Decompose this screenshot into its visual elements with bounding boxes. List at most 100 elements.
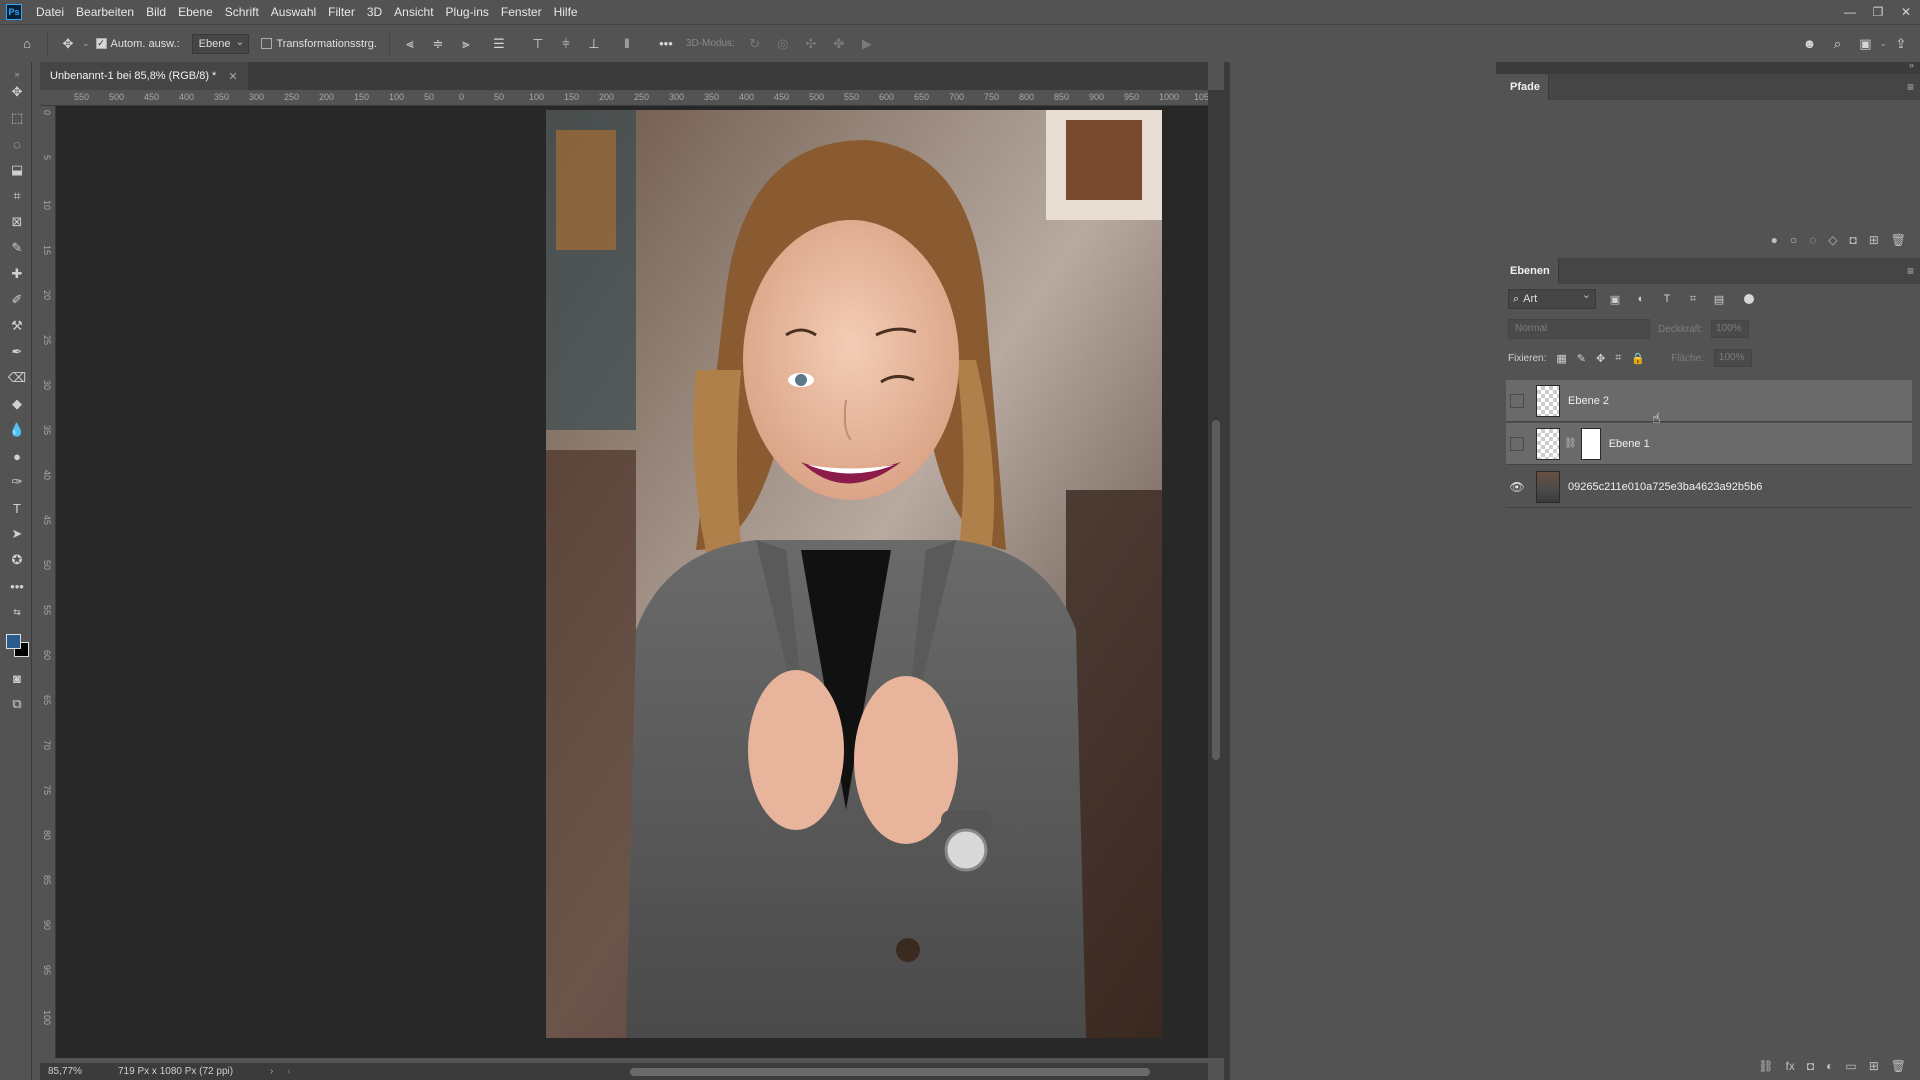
type-tool-icon[interactable]: T (7, 498, 27, 518)
distribute-v-icon[interactable]: ‖ (616, 33, 638, 55)
frame-tool-icon[interactable]: ⊠ (7, 212, 27, 232)
collapse-panels-icon[interactable]: » (1909, 60, 1914, 70)
3d-pan-icon[interactable]: ✣ (800, 33, 822, 55)
filter-pixel-icon[interactable]: ▣ (1608, 293, 1622, 306)
fx-icon[interactable]: fx (1786, 1059, 1795, 1073)
align-middle-v-icon[interactable]: ⫩ (555, 33, 577, 55)
3d-camera-icon[interactable]: ▶ (856, 33, 878, 55)
search-icon[interactable]: ⌕ (1826, 33, 1848, 55)
add-mask-icon[interactable]: ◘ (1807, 1059, 1814, 1073)
layer-name[interactable]: Ebene 1 (1609, 438, 1650, 450)
3d-slide-icon[interactable]: ✤ (828, 33, 850, 55)
menu-fenster[interactable]: Fenster (495, 0, 548, 24)
filter-toggle[interactable] (1744, 294, 1754, 304)
eye-icon[interactable]: 👁 (1506, 476, 1528, 498)
menu-3d[interactable]: 3D (361, 0, 388, 24)
layer-mask-thumbnail[interactable] (1580, 427, 1601, 460)
new-layer-icon[interactable]: ⊞ (1869, 1059, 1879, 1073)
panel-menu-icon[interactable]: ≡ (1907, 264, 1914, 278)
link-layers-icon[interactable]: ⛓ (1758, 1059, 1773, 1073)
align-center-h-icon[interactable]: ≑ (427, 33, 449, 55)
move-tool-icon[interactable]: ✥ (7, 82, 27, 102)
load-selection-icon[interactable]: ◌ (1809, 233, 1816, 247)
layer-row[interactable]: ⛓ Ebene 1 (1506, 423, 1912, 465)
collapse-icon[interactable]: » (7, 64, 27, 84)
lock-transparent-icon[interactable]: ▦ (1556, 352, 1566, 365)
blend-mode-dropdown[interactable]: Normal (1508, 319, 1650, 339)
filter-smart-object-icon[interactable]: ▤ (1712, 293, 1726, 306)
filter-shape-icon[interactable]: ⌗ (1686, 293, 1700, 306)
lock-image-icon[interactable]: ✎ (1577, 352, 1586, 365)
link-icon[interactable]: ⛓ (1564, 438, 1577, 449)
opacity-input[interactable]: 100% (1711, 320, 1750, 338)
fill-input[interactable]: 100% (1713, 349, 1752, 367)
workspace-icon[interactable]: ▣ (1854, 33, 1876, 55)
more-options-icon[interactable]: ••• (655, 33, 677, 55)
delete-layer-icon[interactable]: 🗑 (1891, 1059, 1906, 1073)
menu-bearbeiten[interactable]: Bearbeiten (70, 0, 140, 24)
make-work-path-icon[interactable]: ◇ (1828, 233, 1837, 247)
new-path-icon[interactable]: ⊞ (1869, 233, 1879, 247)
auto-select-target-dropdown[interactable]: Ebene (191, 33, 250, 54)
object-select-tool-icon[interactable]: ⬓ (7, 160, 27, 180)
distribute-icon[interactable]: ☰ (488, 33, 510, 55)
screen-mode-icon[interactable]: ⧉ (7, 694, 27, 714)
transform-controls-checkbox[interactable] (261, 38, 273, 49)
eraser-tool-icon[interactable]: ⌫ (7, 368, 27, 388)
vertical-ruler[interactable]: 0 5 10 15 20 25 30 35 40 45 50 55 60 65 70 75 80 85 90 95 10… (40, 106, 56, 1058)
layer-filter-dropdown[interactable]: ⌕ Art (1508, 288, 1596, 309)
brush-tool-icon[interactable]: ✐ (7, 290, 27, 310)
menu-ansicht[interactable]: Ansicht (388, 0, 439, 24)
history-brush-tool-icon[interactable]: ✒ (7, 342, 27, 362)
layer-row[interactable]: 👁 09265c211e010a725e3ba4623a92b5b6 (1506, 466, 1912, 508)
tab-paths[interactable]: Pfade (1502, 74, 1549, 100)
fill-path-icon[interactable]: ● (1771, 233, 1778, 247)
foreground-color-swatch[interactable] (6, 634, 21, 649)
share-icon[interactable]: ⇪ (1890, 33, 1912, 55)
chevron-right-icon[interactable]: › (270, 1066, 273, 1077)
path-select-tool-icon[interactable]: ➤ (7, 524, 27, 544)
tab-layers[interactable]: Ebenen (1502, 258, 1559, 284)
document-tab[interactable]: Unbenannt-1 bei 85,8% (RGB/8) * ✕ (40, 62, 248, 90)
pen-tool-icon[interactable]: ✑ (7, 472, 27, 492)
clone-stamp-tool-icon[interactable]: ⚒ (7, 316, 27, 336)
quick-mask-icon[interactable]: ◙ (7, 668, 27, 688)
layer-name[interactable]: Ebene 2 (1568, 395, 1609, 407)
zoom-level[interactable]: 85,77% (40, 1066, 100, 1077)
auto-select-checkbox[interactable]: ✓ (95, 38, 107, 49)
vertical-scrollbar[interactable] (1208, 90, 1224, 1058)
close-icon[interactable]: ✕ (1892, 0, 1920, 24)
filter-type-icon[interactable]: T (1660, 293, 1674, 305)
eyedropper-tool-icon[interactable]: ✎ (7, 238, 27, 258)
paint-bucket-tool-icon[interactable]: ◆ (7, 394, 27, 414)
layer-row[interactable]: Ebene 2 (1506, 380, 1912, 422)
chevron-down-icon[interactable]: ⌄ (1879, 38, 1887, 49)
new-group-icon[interactable]: ▭ (1845, 1059, 1856, 1073)
panel-menu-icon[interactable]: ≡ (1907, 80, 1914, 94)
canvas-area[interactable] (56, 106, 1208, 1058)
document-image[interactable] (546, 110, 1162, 1038)
menu-auswahl[interactable]: Auswahl (265, 0, 322, 24)
restore-icon[interactable]: ❐ (1864, 0, 1892, 24)
align-left-icon[interactable]: ⫷ (399, 33, 421, 55)
adjustment-layer-icon[interactable]: ◐ (1826, 1059, 1833, 1073)
minimize-icon[interactable]: — (1836, 0, 1864, 24)
3d-orbit-icon[interactable]: ↻ (744, 33, 766, 55)
auto-select-option[interactable]: ✓ Autom. ausw.: (95, 38, 180, 50)
menu-hilfe[interactable]: Hilfe (548, 0, 584, 24)
horizontal-ruler[interactable]: 550 500 450 400 350 300 250 200 150 100 50 0 50 100 15… (48, 90, 1208, 106)
lasso-tool-icon[interactable]: ◌ (7, 134, 27, 154)
vertical-scroll-thumb[interactable] (1212, 420, 1220, 760)
scroll-left-icon[interactable]: ‹ (287, 1066, 290, 1077)
menu-ebene[interactable]: Ebene (172, 0, 219, 24)
menu-bild[interactable]: Bild (140, 0, 172, 24)
align-top-icon[interactable]: ⊤ (527, 33, 549, 55)
filter-adjustment-icon[interactable]: ◐ (1634, 293, 1648, 305)
transform-controls-option[interactable]: Transformationsstrg. (261, 38, 377, 50)
lock-artboard-icon[interactable]: ⌗ (1615, 352, 1621, 365)
visibility-toggle[interactable] (1510, 436, 1524, 451)
horizontal-scroll-thumb[interactable] (630, 1068, 1150, 1076)
crop-tool-icon[interactable]: ⌗ (7, 186, 27, 206)
menu-datei[interactable]: Datei (30, 0, 70, 24)
more-tools-icon[interactable]: ••• (7, 576, 27, 596)
